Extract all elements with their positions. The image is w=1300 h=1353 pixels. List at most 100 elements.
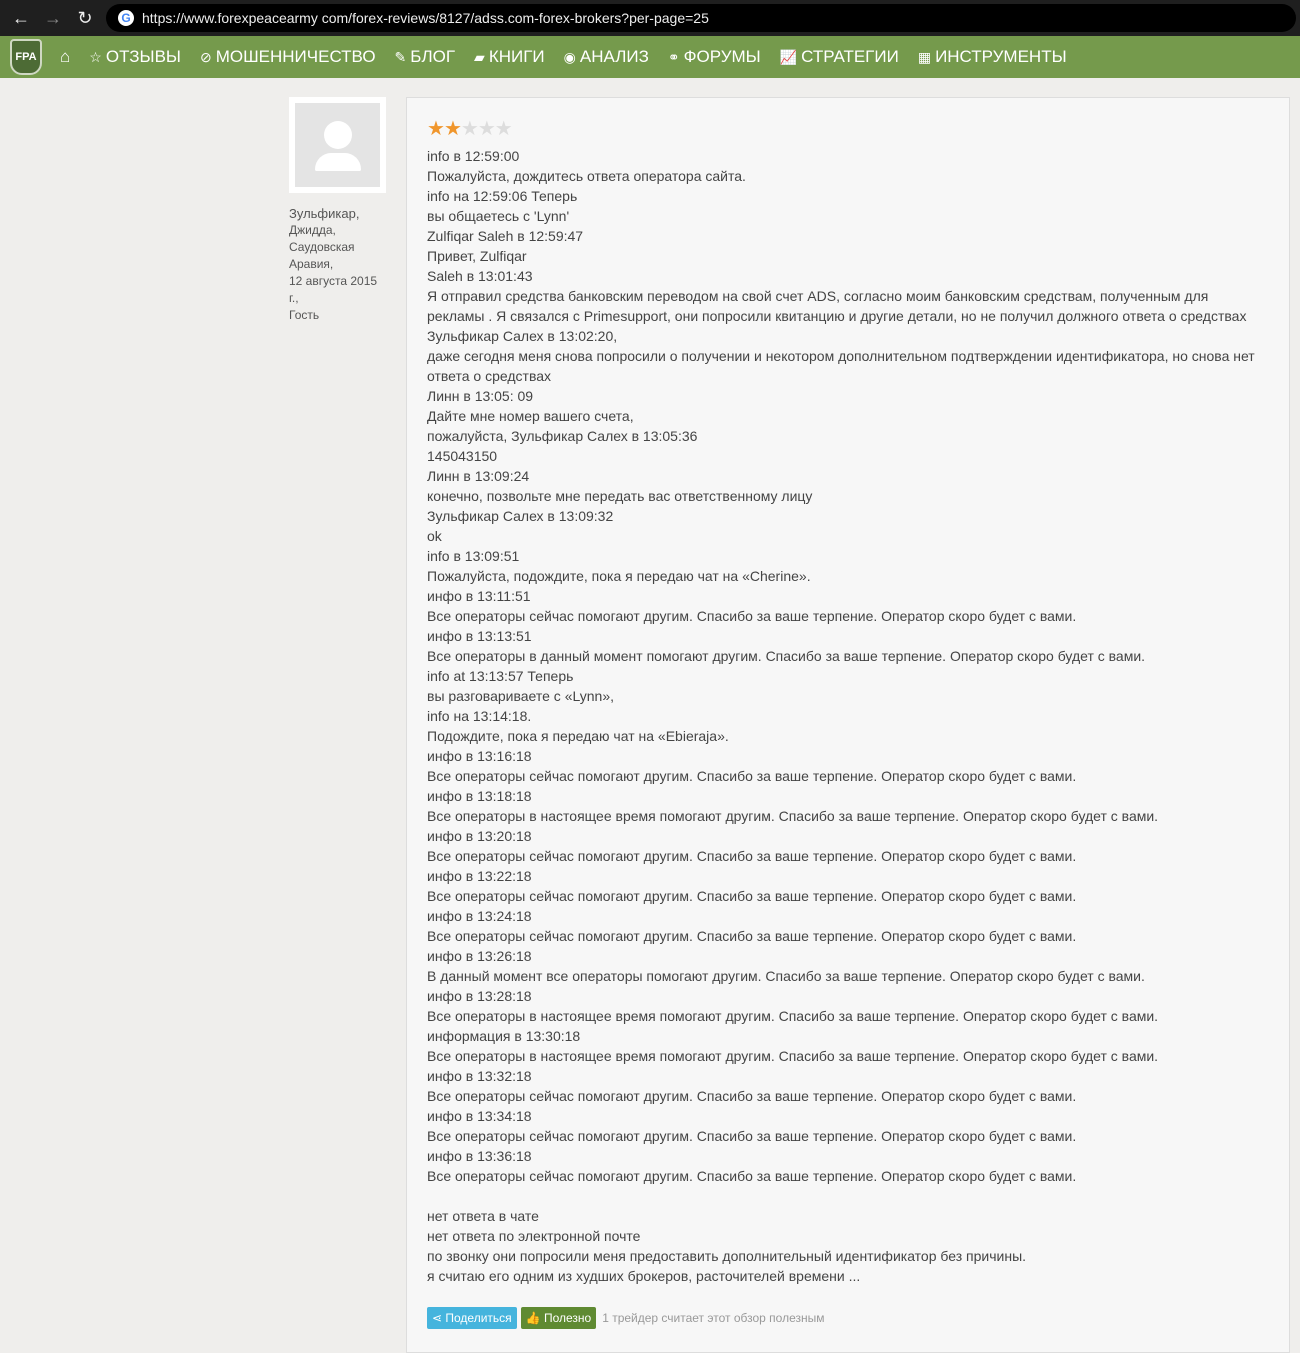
pencil-icon: ✎ bbox=[394, 48, 407, 65]
review-line: инфо в 13:20:18 bbox=[427, 828, 532, 844]
review-line: Зульфикар Салех в 13:02:20, bbox=[427, 328, 618, 344]
review-author: Зульфикар, Джидда, Саудовская Аравия, 12 ав… bbox=[289, 97, 389, 324]
nav-item-1[interactable]: ⊘ МОШЕННИЧЕСТВО bbox=[200, 47, 376, 67]
review-line: Пожалуйста, подождите, пока я передаю ча… bbox=[427, 568, 811, 584]
avatar bbox=[289, 97, 386, 193]
google-icon: G bbox=[118, 10, 134, 26]
star-rating: ★★★★★ bbox=[427, 116, 1269, 144]
review-line: Все операторы сейчас помогают другим. Сп… bbox=[427, 848, 1077, 864]
review-line: инфо в 13:11:51 bbox=[427, 588, 531, 604]
back-icon[interactable]: ← bbox=[10, 8, 32, 29]
useful-button[interactable]: 👍 Полезно bbox=[520, 1307, 597, 1329]
review-line: нет ответа в чате bbox=[427, 1208, 539, 1224]
url-text[interactable]: https://www.forexpeacearmy com/forex-rev… bbox=[142, 10, 709, 26]
review-line: Линн в 13:09:24 bbox=[427, 468, 530, 484]
review-line: В данный момент все операторы помогают д… bbox=[427, 968, 1145, 984]
review-line: конечно, позвольте мне передать вас отве… bbox=[427, 488, 813, 504]
review-line: Все операторы сейчас помогают другим. Сп… bbox=[427, 928, 1077, 944]
nav-item-label: МОШЕННИЧЕСТВО bbox=[215, 47, 376, 66]
review-line: даже сегодня меня снова попросили о полу… bbox=[427, 348, 1255, 364]
review-line: info на 12:59:06 Теперь bbox=[427, 188, 578, 204]
review-line: 145043150 bbox=[427, 448, 498, 464]
review-line: инфо в 13:16:18 bbox=[427, 748, 532, 764]
address-bar[interactable]: G https://www.forexpeacearmy com/forex-r… bbox=[106, 4, 1296, 32]
star-icon: ★ bbox=[443, 118, 462, 140]
review-line: инфо в 13:26:18 bbox=[427, 948, 532, 964]
review-line: Все операторы в данный момент помогают д… bbox=[427, 648, 1146, 664]
handshake-icon: ⚭ bbox=[667, 48, 680, 65]
share-label: Поделиться bbox=[445, 1311, 512, 1325]
review-line: ok bbox=[427, 528, 442, 544]
author-meta-line: Аравия, bbox=[289, 257, 334, 271]
review-line: по звонку они попросили меня предоставит… bbox=[427, 1248, 1027, 1264]
nav-item-0[interactable]: ☆ ОТЗЫВЫ bbox=[89, 47, 181, 67]
review-line: Пожалуйста, дождитесь ответа оператора с… bbox=[427, 168, 746, 184]
nav-item-3[interactable]: ▰ КНИГИ bbox=[474, 47, 545, 67]
review-line: Все операторы сейчас помогают другим. Сп… bbox=[427, 1088, 1077, 1104]
star-icon: ☆ bbox=[89, 48, 102, 65]
review-line: инфо в 13:18:18 bbox=[427, 788, 532, 804]
useful-count-note: 1 трейдер считает этот обзор полезным bbox=[602, 1311, 825, 1325]
reload-icon[interactable]: ↻ bbox=[74, 8, 96, 29]
nav-item-2[interactable]: ✎ БЛОГ bbox=[395, 47, 455, 67]
review-line: инфо в 13:34:18 bbox=[427, 1108, 532, 1124]
review-line: инфо в 13:13:51 bbox=[427, 628, 532, 644]
review-line: Все операторы сейчас помогают другим. Сп… bbox=[427, 888, 1077, 904]
share-button[interactable]: ⋖ Поделиться bbox=[427, 1307, 517, 1329]
nav-item-6[interactable]: 📈 СТРАТЕГИИ bbox=[780, 47, 899, 67]
review-line: info at 13:13:57 Теперь bbox=[427, 668, 574, 684]
nav-item-7[interactable]: ▦ ИНСТРУМЕНТЫ bbox=[918, 47, 1067, 67]
review-line: ответа о средствах bbox=[427, 368, 552, 384]
review-line: Все операторы сейчас помогают другим. Сп… bbox=[427, 768, 1077, 784]
line-chart-icon: 📈 bbox=[779, 48, 798, 65]
author-meta-line: Саудовская bbox=[289, 240, 355, 254]
review-line: инфо в 13:22:18 bbox=[427, 868, 532, 884]
review-body: info в 12:59:00 Пожалуйста, дождитесь отв… bbox=[427, 146, 1269, 1286]
main-nav: FPA ⌂ ☆ ОТЗЫВЫ ⊘ МОШЕННИЧЕСТВО ✎ БЛОГ ▰ КНИГИ ◉ А… bbox=[0, 36, 1300, 78]
review-line: info на 13:14:18. bbox=[427, 708, 532, 724]
browser-toolbar: ← → ↻ G https://www.forexpeacearmy com/f… bbox=[0, 0, 1300, 36]
star-icon: ★ bbox=[460, 118, 479, 140]
nav-item-label: ИНСТРУМЕНТЫ bbox=[935, 47, 1067, 66]
review-card: ★★★★★ info в 12:59:00 Пожалуйста, дождите… bbox=[406, 97, 1290, 1353]
fpa-logo[interactable]: FPA bbox=[10, 39, 42, 75]
review-line bbox=[427, 1186, 1269, 1206]
review-footer: ⋖ Поделиться 👍 Полезно 1 трейдер считает… bbox=[427, 1307, 1269, 1329]
nav-item-label: БЛОГ bbox=[410, 47, 456, 66]
nav-item-label: ФОРУМЫ bbox=[683, 47, 761, 66]
thumbs-up-icon: 👍 bbox=[525, 1311, 544, 1325]
author-meta-line: Гость bbox=[289, 308, 320, 322]
review-line: Все операторы в настоящее время помогают… bbox=[427, 1008, 1159, 1024]
forward-icon[interactable]: → bbox=[42, 8, 64, 29]
review-line: вы разговариваете с «Lynn», bbox=[427, 688, 614, 704]
share-icon: ⋖ bbox=[432, 1311, 446, 1325]
nav-item-label: СТРАТЕГИИ bbox=[801, 47, 899, 66]
review-line: инфо в 13:36:18 bbox=[427, 1148, 532, 1164]
useful-label: Полезно bbox=[543, 1311, 592, 1325]
nav-item-4[interactable]: ◉ АНАЛИЗ bbox=[564, 47, 649, 67]
review-line: Все операторы в настоящее время помогают… bbox=[427, 1048, 1159, 1064]
author-meta-line: г., bbox=[289, 291, 299, 305]
review-line: Saleh в 13:01:43 bbox=[427, 268, 533, 284]
review-line: Подождите, пока я передаю чат на «Ebiera… bbox=[427, 728, 729, 744]
review-line: info в 13:09:51 bbox=[427, 548, 520, 564]
podcast-icon: ◉ bbox=[563, 48, 576, 65]
review-line: нет ответа по электронной почте bbox=[427, 1228, 641, 1244]
ban-icon: ⊘ bbox=[199, 48, 212, 65]
star-icon: ★ bbox=[477, 118, 496, 140]
review-line: информация в 13:30:18 bbox=[427, 1028, 581, 1044]
nav-item-5[interactable]: ⚭ ФОРУМЫ bbox=[668, 47, 761, 67]
review-line: Все операторы в настоящее время помогают… bbox=[427, 808, 1159, 824]
review-line: инфо в 13:32:18 bbox=[427, 1068, 532, 1084]
review-line: Все операторы сейчас помогают другим. Сп… bbox=[427, 1128, 1077, 1144]
calculator-icon: ▦ bbox=[917, 48, 932, 65]
review-line: я считаю его одним из худших брокеров, р… bbox=[427, 1268, 861, 1284]
star-icon: ★ bbox=[427, 118, 445, 140]
star-icon: ★ bbox=[494, 118, 513, 140]
review-line: инфо в 13:24:18 bbox=[427, 908, 532, 924]
nav-item-label: КНИГИ bbox=[488, 47, 545, 66]
home-icon[interactable]: ⌂ bbox=[60, 47, 70, 67]
author-name: Зульфикар, bbox=[289, 206, 360, 221]
review-line: рекламы . Я связался с Primesupport, они… bbox=[427, 308, 1247, 324]
author-meta-line: 12 августа 2015 bbox=[289, 274, 378, 288]
